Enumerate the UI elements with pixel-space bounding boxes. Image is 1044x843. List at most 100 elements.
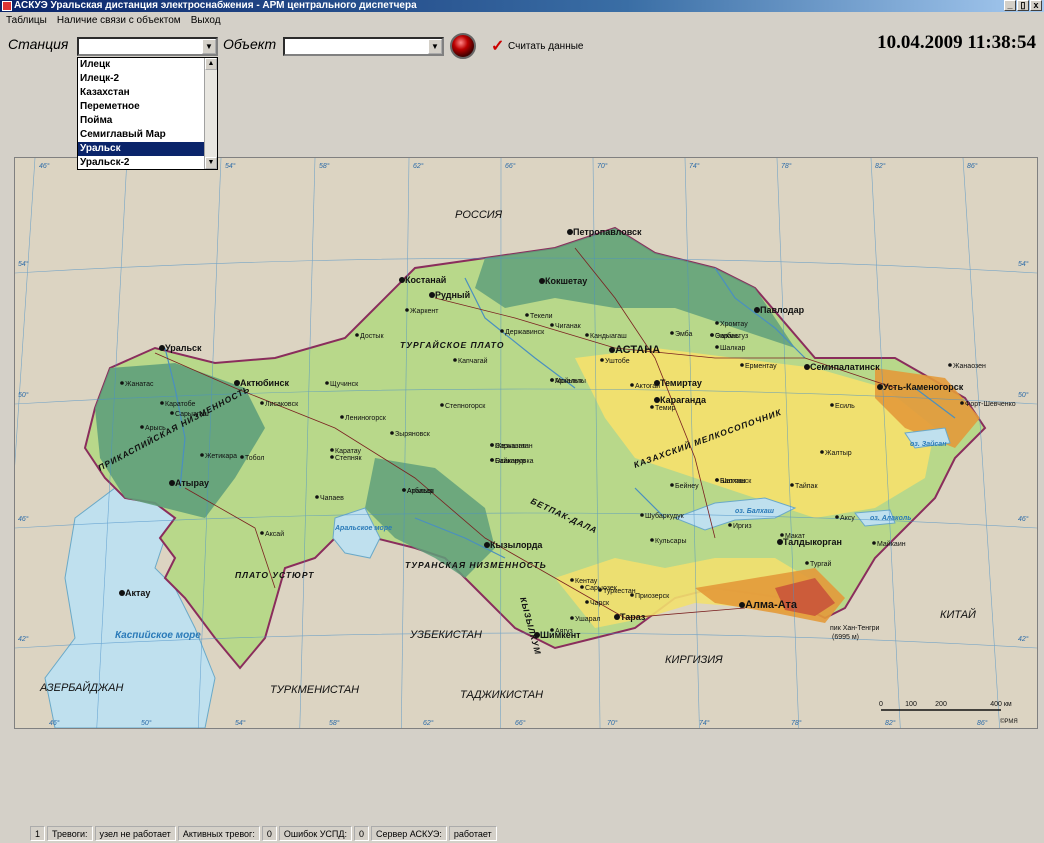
small-city-marker [640, 513, 644, 517]
small-city-marker [160, 401, 164, 405]
region-label: ТУРАНСКАЯ НИЗМЕННОСТЬ [405, 560, 547, 570]
menu-exit[interactable]: Выход [191, 13, 221, 29]
small-city-marker [315, 495, 319, 499]
small-city-marker [715, 478, 719, 482]
scale-label: 400 км [990, 701, 1012, 708]
small-city-label: Хромтау [720, 321, 748, 328]
status-uspd-errors-value: 0 [353, 826, 369, 841]
latitude-label: 54° [1018, 260, 1029, 268]
dropdown-option[interactable]: Переметное [78, 100, 217, 114]
small-city-label: Атбасар [407, 487, 434, 495]
small-city-marker [872, 541, 876, 545]
dropdown-option-selected[interactable]: Уральск [78, 142, 217, 156]
read-data-button[interactable]: Считать данные [508, 41, 583, 52]
country-label: РОССИЯ [455, 209, 503, 221]
longitude-label: 74° [689, 162, 700, 170]
latitude-label: 42° [1018, 635, 1029, 643]
status-uspd-errors-label: Ошибок УСПД: [278, 826, 352, 841]
datetime-display: 10.04.2009 11:38:54 [877, 32, 1036, 53]
small-city-label: Каратау [335, 448, 362, 455]
small-city-marker [650, 538, 654, 542]
major-city-label: Темиртау [660, 378, 702, 388]
close-button[interactable]: x [1030, 0, 1042, 11]
scroll-down-icon[interactable]: ▼ [205, 157, 217, 169]
small-city-label: Щучинск [330, 381, 359, 388]
station-dropdown-list[interactable]: Илецк Илецк-2 Казахстан Переметное Пойма… [77, 57, 218, 170]
small-city-label: Аксай [265, 530, 284, 538]
small-city-label: Шахтинск [720, 478, 752, 485]
small-city-marker [670, 331, 674, 335]
station-combobox[interactable]: ▼ [77, 37, 218, 56]
small-city-label: Аксу [840, 515, 855, 522]
window-title: АСКУЭ Уральская дистанция электроснабжен… [14, 0, 417, 11]
small-city-label: Достык [360, 333, 384, 340]
small-city-label: Шубаркудук [645, 512, 685, 520]
status-alarms-label: Тревоги: [47, 826, 93, 841]
country-label: УЗБЕКИСТАН [409, 629, 482, 641]
longitude-label: 78° [791, 719, 802, 727]
dropdown-scrollbar[interactable]: ▲ ▼ [204, 58, 217, 169]
checkmark-icon[interactable]: ✓ [491, 36, 504, 56]
water-label: Каспийское море [115, 630, 201, 641]
small-city-label: Есиль [835, 403, 855, 410]
country-label: ТУРКМЕНИСТАН [270, 684, 359, 696]
longitude-label: 54° [235, 719, 246, 727]
major-city-label: Костанай [405, 275, 446, 285]
small-city-marker [960, 401, 964, 405]
water-label: Аральское море [334, 525, 392, 532]
status-active-alarms-value: 0 [261, 826, 277, 841]
small-city-marker [715, 321, 719, 325]
chevron-down-icon[interactable]: ▼ [202, 39, 216, 54]
dropdown-option[interactable]: Пойма [78, 114, 217, 128]
longitude-label: 58° [319, 162, 330, 170]
small-city-marker [330, 455, 334, 459]
status-server-label: Сервер АСКУЭ: [371, 826, 447, 841]
small-city-label: Темир [655, 405, 675, 412]
major-city-label: Актюбинск [240, 378, 290, 388]
small-city-label: Актогай [635, 382, 660, 390]
major-city-label: Павлодар [760, 305, 805, 315]
small-city-marker [550, 323, 554, 327]
dropdown-option[interactable]: Семиглавый Мар [78, 128, 217, 142]
dropdown-option[interactable]: Илецк-2 [78, 72, 217, 86]
kazakhstan-map: 46° 50° 54° 58° 62° 66° 70° 74° 78° 82° 86° 46° 50° 5… [14, 157, 1038, 729]
major-city-label: Усть-Каменогорск [883, 382, 964, 392]
small-city-marker [820, 450, 824, 454]
menu-connection[interactable]: Наличие связи с объектом [57, 13, 181, 29]
object-combobox[interactable]: ▼ [283, 37, 444, 56]
minimize-button[interactable]: _ [1004, 0, 1016, 11]
small-city-marker [570, 578, 574, 582]
scroll-up-icon[interactable]: ▲ [205, 58, 217, 70]
small-city-label: Капчагай [458, 357, 488, 365]
country-label: КИРГИЗИЯ [665, 654, 723, 666]
small-city-marker [550, 378, 554, 382]
peak-label: пик Хан-Тенгри [830, 625, 880, 632]
longitude-label: 86° [977, 719, 988, 727]
dropdown-option[interactable]: Илецк [78, 58, 217, 72]
small-city-label: Чиганак [555, 323, 582, 330]
small-city-label: Уштобе [605, 357, 630, 365]
major-city-label: АСТАНА [615, 344, 660, 356]
small-city-label: Сарыагаш [175, 411, 209, 418]
longitude-label: 78° [781, 162, 792, 170]
small-city-marker [650, 405, 654, 409]
maximize-button[interactable]: ▯ [1017, 0, 1029, 11]
small-city-label: Тобол [245, 454, 264, 462]
small-city-marker [170, 411, 174, 415]
latitude-label: 42° [18, 635, 29, 643]
dropdown-option[interactable]: Уральск-2 [78, 156, 217, 169]
small-city-label: Бейнеу [675, 482, 699, 490]
longitude-label: 82° [875, 162, 886, 170]
chevron-down-icon[interactable]: ▼ [428, 39, 442, 54]
small-city-label: Осакаровка [495, 458, 534, 465]
scale-label: 0 [879, 701, 883, 708]
small-city-marker [550, 628, 554, 632]
dropdown-option[interactable]: Казахстан [78, 86, 217, 100]
longitude-label: 46° [49, 719, 60, 727]
small-city-marker [710, 333, 714, 337]
small-city-label: Державинск [505, 329, 545, 336]
menu-tables[interactable]: Таблицы [6, 13, 47, 29]
small-city-label: Лисаковск [265, 401, 299, 408]
latitude-label: 50° [1018, 391, 1029, 399]
water-label: оз. Балхаш [735, 508, 775, 515]
